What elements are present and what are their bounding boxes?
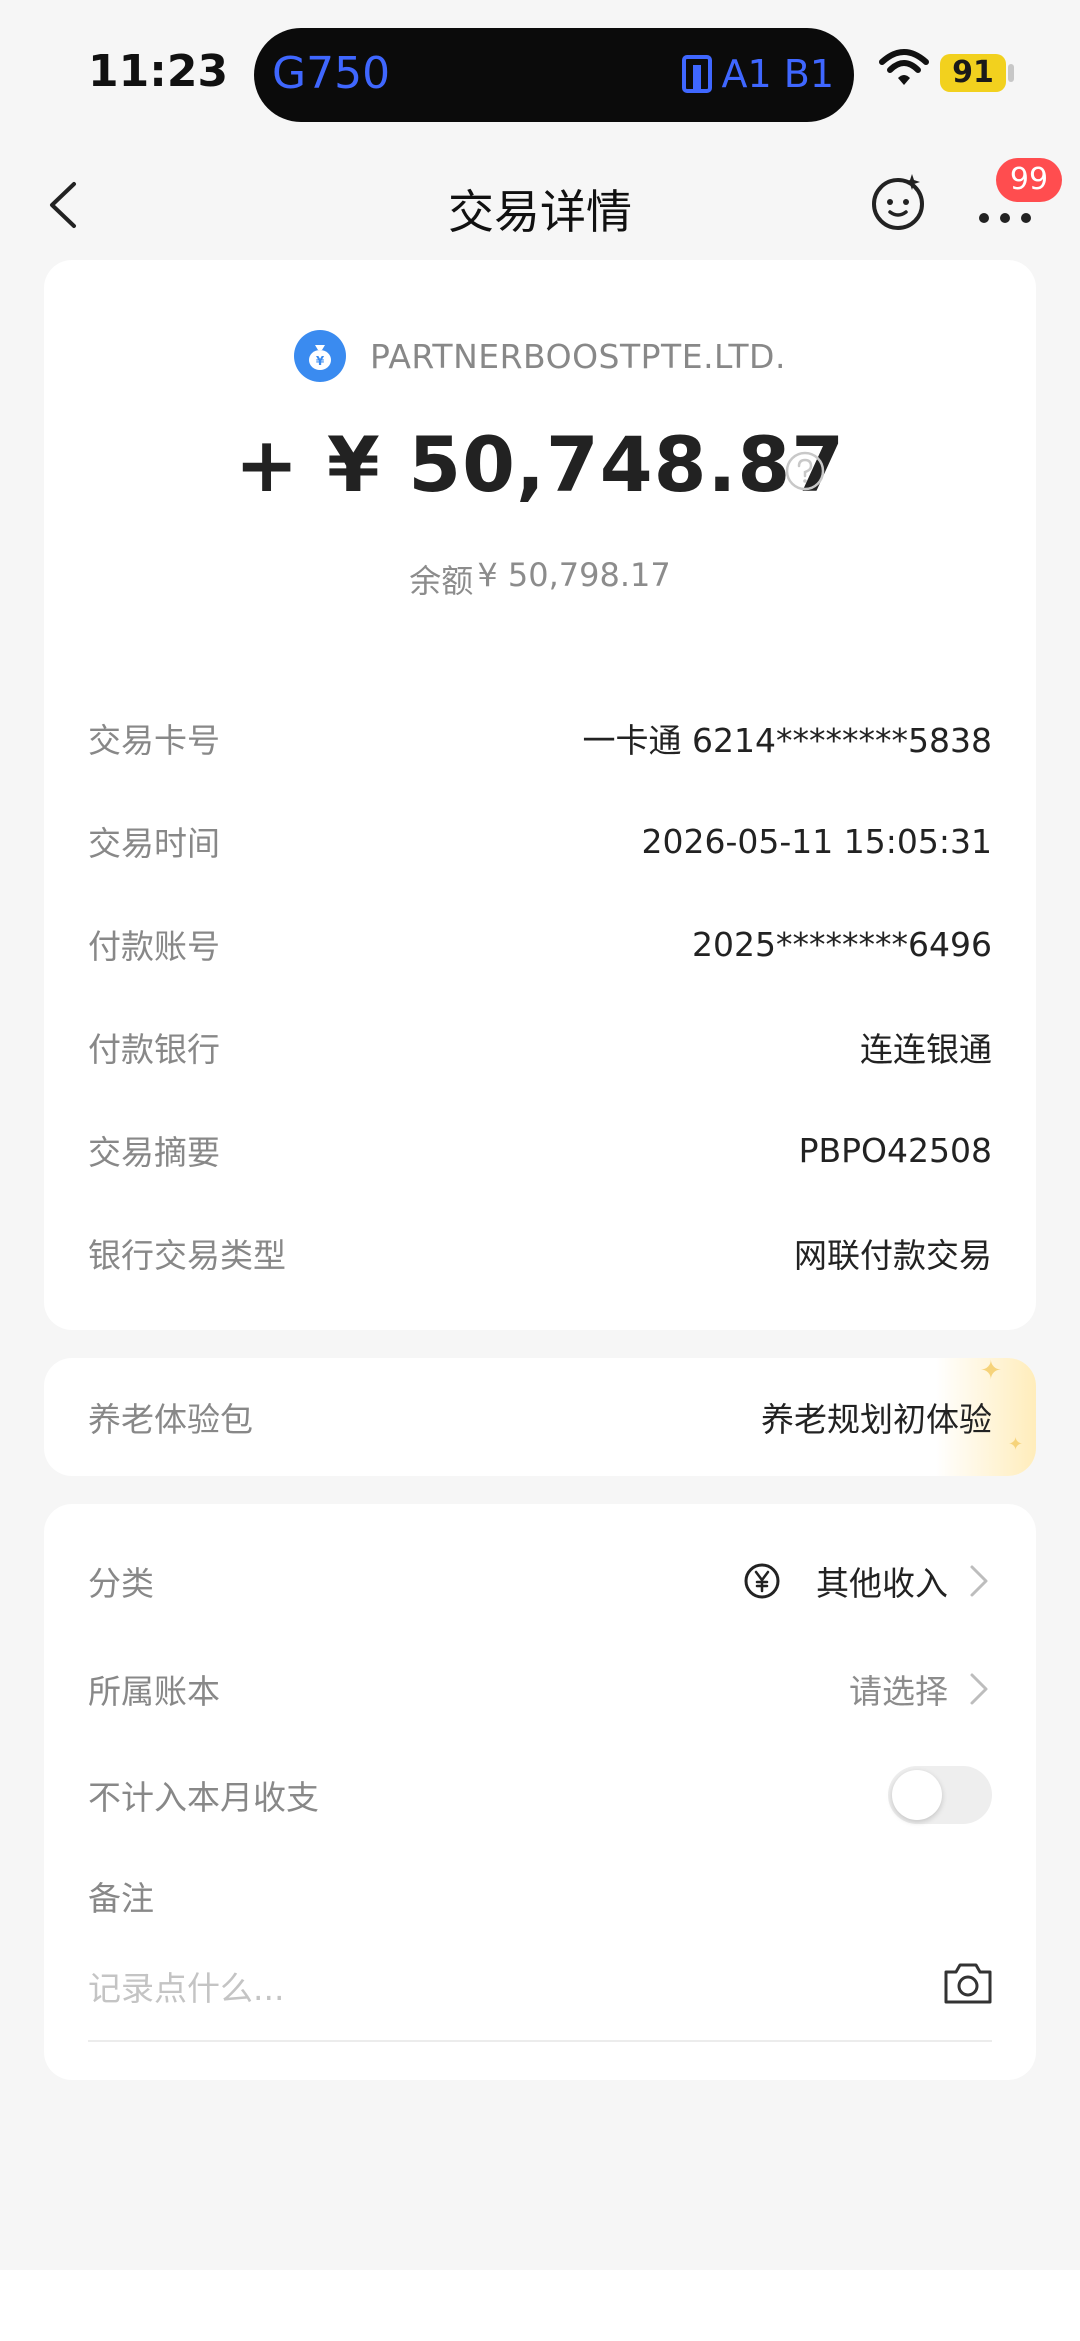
detail-row-payer-bank: 付款银行 连连银通 — [88, 1017, 992, 1077]
camera-icon[interactable] — [942, 1960, 994, 2006]
transaction-detail-page: 11:23 G750 A1 B1 91 交易详情 99 ¥ PARTNERBOO… — [0, 0, 1080, 2341]
detail-row-transaction-type: 银行交易类型 网联付款交易 — [88, 1223, 992, 1283]
detail-label: 交易卡号 — [88, 721, 220, 760]
detail-value: 一卡通 6214********5838 — [582, 721, 992, 760]
category-row[interactable]: 分类 其他收入 — [88, 1546, 992, 1616]
sparkle-icon: ✦ — [980, 1358, 1002, 1386]
transaction-card: ¥ PARTNERBOOSTPTE.LTD. + ¥ 50,748.87 余额 … — [44, 260, 1036, 1330]
seat-label: A1 B1 — [721, 52, 835, 96]
train-number: G750 — [272, 48, 391, 99]
pension-card[interactable]: ✦ ✦ 养老体验包 养老规划初体验 — [44, 1358, 1036, 1476]
detail-value: 2026-05-11 15:05:31 — [641, 821, 992, 861]
detail-row-summary: 交易摘要 PBPO42508 — [88, 1120, 992, 1180]
note-divider — [88, 2040, 992, 2042]
exclude-toggle[interactable] — [888, 1766, 992, 1824]
exclude-row: 不计入本月收支 — [88, 1760, 992, 1830]
detail-value: 连连银通 — [860, 1030, 992, 1069]
note-label-row: 备注 — [88, 1866, 992, 1926]
dynamic-island: G750 A1 B1 — [254, 28, 854, 122]
bottom-safe-area — [0, 2270, 1080, 2341]
detail-label: 银行交易类型 — [88, 1236, 286, 1275]
balance-value: ¥ 50,798.17 — [477, 556, 671, 594]
pension-label: 养老体验包 — [88, 1400, 253, 1439]
status-time: 11:23 — [88, 46, 229, 97]
battery-indicator: 91 — [940, 54, 1006, 92]
detail-row-payer-account: 付款账号 2025********6496 — [88, 914, 992, 974]
category-value: 其他收入 — [816, 1564, 948, 1603]
notification-badge: 99 — [996, 158, 1062, 202]
ledger-row[interactable]: 所属账本 请选择 — [88, 1654, 992, 1724]
ledger-label: 所属账本 — [88, 1672, 220, 1711]
transaction-amount: + ¥ 50,748.87 — [234, 420, 846, 509]
status-bar: 11:23 G750 A1 B1 91 — [0, 0, 1080, 150]
note-label: 备注 — [88, 1879, 154, 1918]
toggle-knob — [892, 1770, 942, 1820]
balance-row: 余额 ¥ 50,798.17 — [44, 556, 1036, 602]
settings-card: 分类 其他收入 所属账本 请选择 不计入本月收支 备注 记录点什么... — [44, 1504, 1036, 2080]
category-label: 分类 — [88, 1564, 154, 1603]
detail-value: 网联付款交易 — [794, 1236, 992, 1275]
ledger-value: 请选择 — [849, 1672, 948, 1711]
detail-label: 交易时间 — [88, 824, 220, 863]
chevron-right-icon — [970, 1565, 988, 1597]
detail-label: 付款银行 — [88, 1030, 220, 1069]
detail-row-card-number: 交易卡号 一卡通 6214********5838 — [88, 708, 992, 768]
yuan-coin-icon — [744, 1563, 780, 1599]
balance-label: 余额 — [409, 562, 474, 600]
wifi-icon — [879, 49, 929, 85]
money-bag-icon: ¥ — [294, 330, 347, 382]
sparkle-icon: ✦ — [1008, 1434, 1024, 1455]
detail-value: PBPO42508 — [798, 1130, 992, 1170]
customer-service-icon[interactable] — [868, 172, 928, 232]
pension-value: 养老规划初体验 — [761, 1400, 992, 1439]
exclude-label: 不计入本月收支 — [88, 1778, 319, 1817]
battery-nub — [1008, 64, 1014, 82]
detail-value: 2025********6496 — [692, 924, 992, 964]
pension-row: 养老体验包 养老规划初体验 — [88, 1387, 992, 1447]
seat-info: A1 B1 — [681, 52, 835, 96]
detail-label: 付款账号 — [88, 927, 220, 966]
detail-row-time: 交易时间 2026-05-11 15:05:31 — [88, 811, 992, 871]
amount-row: + ¥ 50,748.87 — [44, 420, 1036, 509]
chevron-right-icon — [970, 1673, 988, 1705]
nav-bar: 交易详情 — [0, 150, 1080, 260]
train-door-icon — [681, 55, 712, 93]
detail-label: 交易摘要 — [88, 1133, 220, 1172]
note-input[interactable] — [88, 1958, 908, 2018]
svg-text:¥: ¥ — [316, 354, 325, 368]
merchant-name: PARTNERBOOSTPTE.LTD. — [370, 336, 786, 376]
merchant-row: ¥ PARTNERBOOSTPTE.LTD. — [44, 330, 1036, 382]
help-icon[interactable] — [784, 450, 826, 492]
